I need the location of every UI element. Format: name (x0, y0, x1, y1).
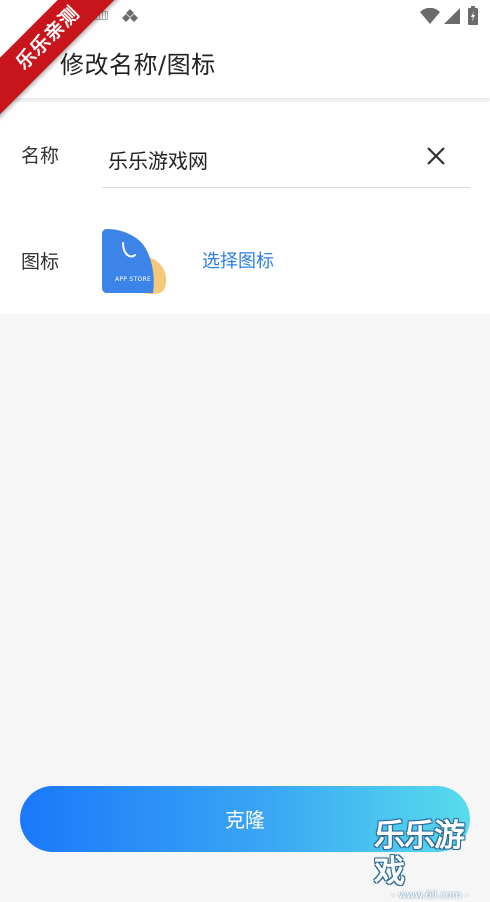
choose-icon-link[interactable]: 选择图标 (202, 248, 274, 276)
app-bar: 修改名称/图标 (0, 32, 490, 98)
app-icon[interactable]: APP STORE (101, 229, 169, 297)
icon-label: 图标 (21, 251, 60, 273)
page-title: 修改名称/图标 (60, 51, 216, 79)
name-label: 名称 (21, 145, 60, 167)
signal-icon (444, 8, 460, 24)
watermark-url: - www.6ll.com - (391, 890, 469, 901)
clear-icon (427, 147, 445, 165)
name-input[interactable] (102, 132, 470, 188)
app-store-icon (102, 229, 167, 294)
clear-button[interactable] (422, 142, 450, 170)
diamond-icon (122, 9, 138, 22)
form-card: 名称 图标 APP STORE 选择图标 (0, 102, 490, 314)
wifi-icon (420, 8, 440, 24)
watermark-text: 乐乐游戏 (374, 818, 465, 890)
battery-icon (468, 6, 478, 25)
watermark-logo: 乐乐游戏 - www.6ll.com - (374, 818, 490, 901)
app-icon-text: APP STORE (114, 276, 152, 283)
